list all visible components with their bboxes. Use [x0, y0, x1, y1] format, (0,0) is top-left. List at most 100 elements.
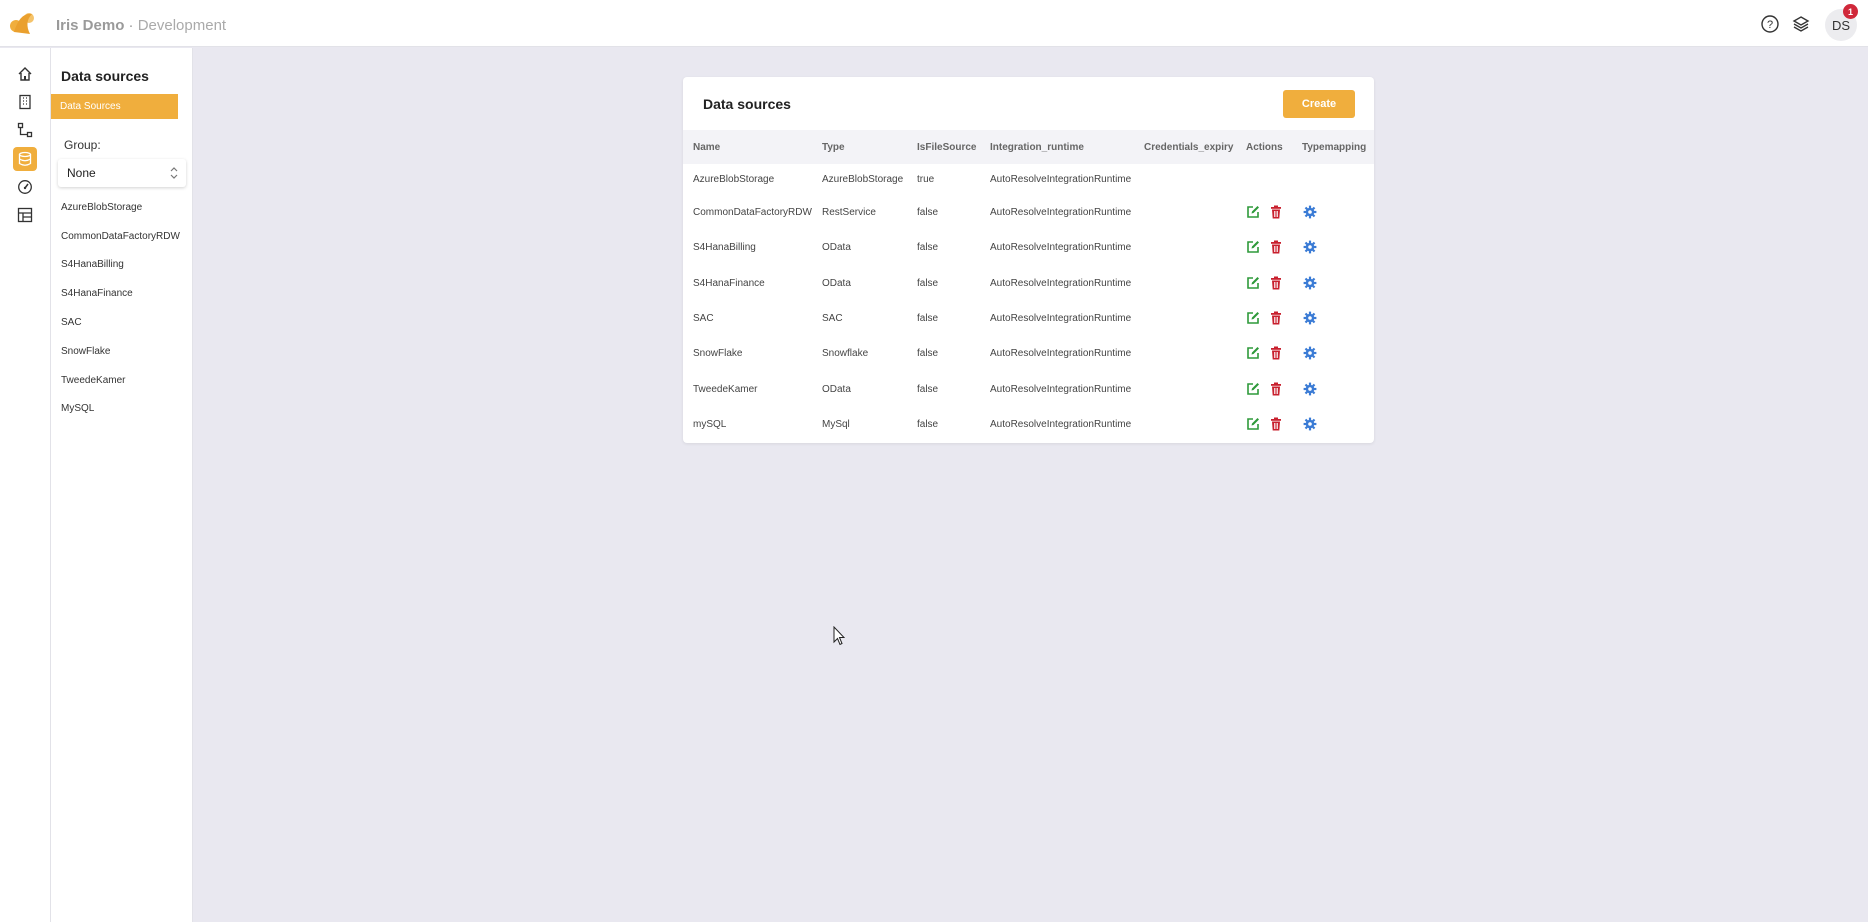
cell-name: CommonDataFactoryRDW: [693, 207, 812, 218]
gear-icon[interactable]: [1303, 276, 1317, 290]
cell-integration-runtime: AutoResolveIntegrationRuntime: [990, 312, 1132, 324]
edit-icon[interactable]: [1246, 276, 1260, 290]
rail-organization[interactable]: [13, 90, 37, 114]
cell-name: S4HanaFinance: [693, 277, 765, 289]
cell-integration-runtime: AutoResolveIntegrationRuntime: [990, 207, 1132, 218]
column-header-credentials-expiry[interactable]: Credentials_expiry: [1144, 142, 1234, 153]
cell-name: S4HanaBilling: [693, 242, 756, 254]
sidebar-item-mysql[interactable]: MySQL: [61, 403, 94, 414]
gear-icon[interactable]: [1303, 240, 1317, 254]
rail-data-sources[interactable]: [13, 147, 37, 171]
column-header-name[interactable]: Name: [693, 142, 720, 153]
trash-icon[interactable]: [1269, 205, 1283, 219]
sidebar-item-azureblobstorage[interactable]: AzureBlobStorage: [61, 202, 142, 213]
cell-type: MySql: [822, 418, 850, 430]
cell-isfilesource: false: [917, 207, 939, 218]
notification-badge[interactable]: 1: [1843, 4, 1858, 19]
svg-text:?: ?: [1767, 19, 1773, 31]
cell-name: mySQL: [693, 418, 727, 430]
gauge-icon: [18, 180, 32, 194]
column-header-type[interactable]: Type: [822, 142, 845, 153]
cell-isfilesource: false: [917, 277, 939, 289]
group-select-value: None: [67, 166, 96, 180]
cell-name: SAC: [693, 312, 714, 324]
group-select[interactable]: None: [58, 159, 186, 187]
trash-icon[interactable]: [1269, 311, 1283, 325]
sidebar-item-data-sources[interactable]: Data Sources: [51, 94, 178, 119]
help-icon[interactable]: ?: [1760, 14, 1780, 34]
trash-icon[interactable]: [1269, 240, 1283, 254]
sidebar-item-s4hanafinance[interactable]: S4HanaFinance: [61, 288, 133, 299]
cell-integration-runtime: AutoResolveIntegrationRuntime: [990, 418, 1132, 430]
sidebar-item-sac[interactable]: SAC: [61, 317, 82, 328]
cell-type: Snowflake: [822, 348, 869, 360]
sidebar-item-commondatafactoryrdw[interactable]: CommonDataFactoryRDW: [61, 231, 180, 242]
trash-icon[interactable]: [1269, 382, 1283, 396]
pipeline-icon: [17, 122, 33, 138]
trash-icon[interactable]: [1269, 417, 1283, 431]
gear-icon[interactable]: [1303, 311, 1317, 325]
rail-home[interactable]: [13, 62, 37, 86]
rail-monitoring[interactable]: [13, 175, 37, 199]
cell-integration-runtime: AutoResolveIntegrationRuntime: [990, 242, 1132, 254]
database-icon: [18, 151, 32, 166]
column-header-actions: Actions: [1246, 142, 1283, 153]
sidebar-item-tweedekamer[interactable]: TweedeKamer: [61, 375, 125, 386]
cell-type: OData: [822, 383, 851, 395]
app-logo[interactable]: [8, 8, 38, 38]
top-bar: Iris Demo · Development ? DS 1: [0, 0, 1868, 47]
cell-integration-runtime: AutoResolveIntegrationRuntime: [990, 383, 1132, 395]
group-label: Group:: [64, 138, 101, 152]
app-name: Iris Demo: [56, 17, 125, 34]
cell-isfilesource: false: [917, 418, 939, 430]
building-icon: [19, 94, 31, 110]
chevron-updown-icon: [170, 167, 178, 179]
cell-type: SAC: [822, 312, 843, 324]
cell-type: RestService: [822, 207, 876, 218]
column-header-typemapping: Typemapping: [1302, 142, 1367, 153]
edit-icon[interactable]: [1246, 205, 1260, 219]
cell-name: TweedeKamer: [693, 383, 758, 395]
rail-pipelines[interactable]: [13, 118, 37, 142]
gear-icon[interactable]: [1303, 382, 1317, 396]
app-title: Iris Demo · Development: [56, 17, 226, 34]
layers-icon[interactable]: [1791, 14, 1811, 34]
cell-isfilesource: false: [917, 242, 939, 254]
mouse-cursor-icon: [833, 626, 845, 646]
trash-icon[interactable]: [1269, 276, 1283, 290]
edit-icon[interactable]: [1246, 346, 1260, 360]
cell-type: AzureBlobStorage: [822, 174, 904, 185]
gear-icon[interactable]: [1303, 417, 1317, 431]
cell-type: OData: [822, 242, 851, 254]
trash-icon[interactable]: [1269, 346, 1283, 360]
column-header-isfilesource[interactable]: IsFileSource: [917, 142, 976, 153]
edit-icon[interactable]: [1246, 311, 1260, 325]
title-separator: ·: [124, 17, 138, 34]
edit-icon[interactable]: [1246, 240, 1260, 254]
cell-type: OData: [822, 277, 851, 289]
table-header: Name Type IsFileSource Integration_runti…: [683, 130, 1374, 164]
gear-icon[interactable]: [1303, 205, 1317, 219]
cell-name: SnowFlake: [693, 348, 743, 360]
column-header-integration-runtime[interactable]: Integration_runtime: [990, 142, 1084, 153]
data-sources-card: Data sources Create Name Type IsFileSour…: [683, 77, 1374, 443]
cell-isfilesource: true: [917, 174, 935, 185]
rail-tables[interactable]: [13, 203, 37, 227]
edit-icon[interactable]: [1246, 417, 1260, 431]
create-button[interactable]: Create: [1283, 90, 1355, 118]
cell-isfilesource: false: [917, 383, 939, 395]
table-icon: [17, 207, 33, 223]
card-title: Data sources: [703, 96, 791, 112]
cell-isfilesource: false: [917, 312, 939, 324]
home-icon: [18, 67, 32, 81]
sidebar: Data sources Data Sources Group: None Az…: [51, 48, 193, 922]
cell-integration-runtime: AutoResolveIntegrationRuntime: [990, 277, 1132, 289]
cell-integration-runtime: AutoResolveIntegrationRuntime: [990, 174, 1132, 185]
sidebar-item-s4hanabilling[interactable]: S4HanaBilling: [61, 259, 124, 270]
cell-name: AzureBlobStorage: [693, 174, 775, 185]
gear-icon[interactable]: [1303, 346, 1317, 360]
cell-integration-runtime: AutoResolveIntegrationRuntime: [990, 348, 1132, 360]
edit-icon[interactable]: [1246, 382, 1260, 396]
sidebar-item-snowflake[interactable]: SnowFlake: [61, 346, 110, 357]
cell-isfilesource: false: [917, 348, 939, 360]
